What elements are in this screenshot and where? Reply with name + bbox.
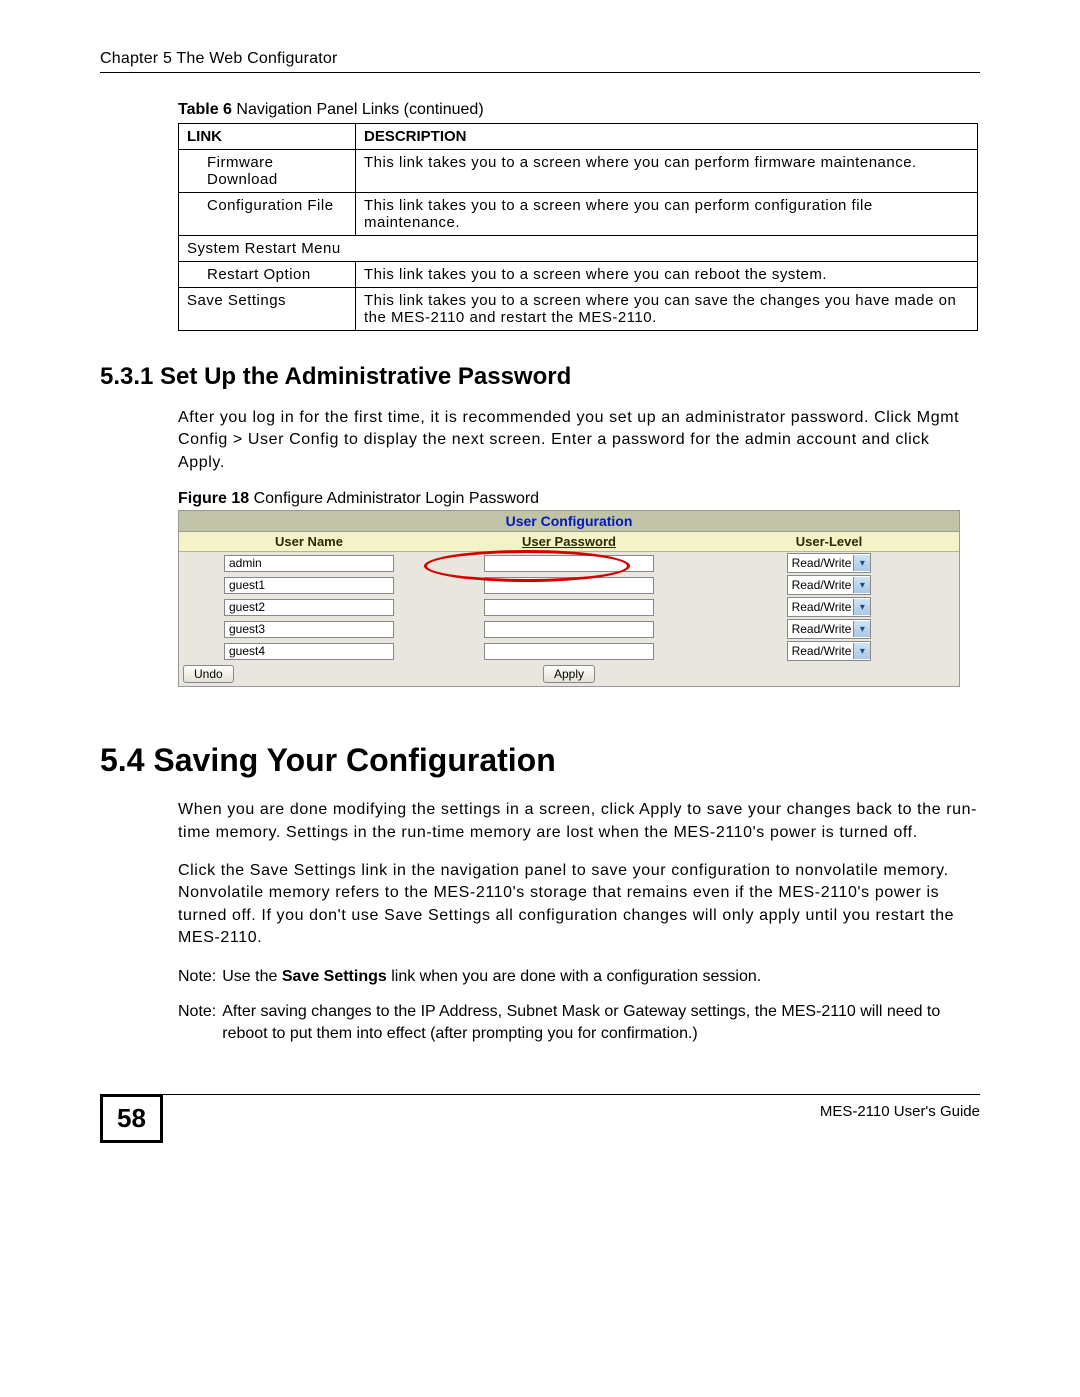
note1-text-b: link when you are done with a configurat… <box>387 968 761 985</box>
username-input[interactable] <box>224 599 394 616</box>
table-row: Save Settings This link takes you to a s… <box>179 288 978 331</box>
userconf-col-password: User Password <box>439 532 699 551</box>
table6-header-link: LINK <box>179 124 356 150</box>
username-input[interactable] <box>224 577 394 594</box>
figure18-caption: Figure 18 Configure Administrator Login … <box>178 490 980 508</box>
note-body: Use the Save Settings link when you are … <box>222 966 761 988</box>
password-input[interactable] <box>484 599 654 616</box>
username-input[interactable] <box>224 555 394 572</box>
chevron-down-icon: ▾ <box>853 643 870 659</box>
userconf-row: Read/Write▾ <box>179 552 959 574</box>
password-input[interactable] <box>484 555 654 572</box>
userconf-footer: Undo Apply <box>179 662 959 686</box>
link-cell: Configuration File <box>179 193 356 236</box>
note-1: Note: Use the Save Settings link when yo… <box>178 966 980 988</box>
userconf-row: Read/Write▾ <box>179 596 959 618</box>
userconf-row: Read/Write▾ <box>179 640 959 662</box>
table6-caption-rest: Navigation Panel Links (continued) <box>232 101 484 118</box>
link-cell: Firmware Download <box>179 150 356 193</box>
section-5-4-p2: Click the Save Settings link in the navi… <box>178 860 980 950</box>
userlevel-select[interactable]: Read/Write▾ <box>787 597 872 617</box>
note-label: Note: <box>178 966 216 988</box>
section-label: System Restart Menu <box>179 236 978 262</box>
userlevel-select[interactable]: Read/Write▾ <box>787 641 872 661</box>
chevron-down-icon: ▾ <box>853 577 870 593</box>
desc-cell: This link takes you to a screen where yo… <box>356 193 978 236</box>
table-row: Firmware Download This link takes you to… <box>179 150 978 193</box>
userlevel-value: Read/Write <box>792 556 852 570</box>
userlevel-value: Read/Write <box>792 644 852 658</box>
password-input[interactable] <box>484 621 654 638</box>
password-input[interactable] <box>484 577 654 594</box>
userlevel-select[interactable]: Read/Write▾ <box>787 575 872 595</box>
page-footer: 58 MES-2110 User's Guide <box>100 1094 980 1144</box>
table-section-row: System Restart Menu <box>179 236 978 262</box>
section-5-3-1-para: After you log in for the first time, it … <box>178 407 980 474</box>
table-row: Configuration File This link takes you t… <box>179 193 978 236</box>
userconf-col-level: User-Level <box>699 532 959 551</box>
desc-cell: This link takes you to a screen where yo… <box>356 288 978 331</box>
userconf-header-row: User Name User Password User-Level <box>179 532 959 552</box>
userconf-col-username: User Name <box>179 532 439 551</box>
userconf-row: Read/Write▾ <box>179 574 959 596</box>
note1-text-a: Use the <box>222 968 282 985</box>
table6-caption: Table 6 Navigation Panel Links (continue… <box>178 101 980 119</box>
desc-cell: This link takes you to a screen where yo… <box>356 150 978 193</box>
username-input[interactable] <box>224 643 394 660</box>
note-body: After saving changes to the IP Address, … <box>222 1001 980 1044</box>
undo-button[interactable]: Undo <box>183 665 234 683</box>
table6-caption-bold: Table 6 <box>178 101 232 118</box>
table6-header-desc: DESCRIPTION <box>356 124 978 150</box>
chapter-header: Chapter 5 The Web Configurator <box>100 50 980 73</box>
footer-guide-name: MES-2110 User's Guide <box>820 1101 980 1120</box>
userconf-row: Read/Write▾ <box>179 618 959 640</box>
nav-panel-links-table: LINK DESCRIPTION Firmware Download This … <box>178 123 978 331</box>
userconf-title: User Configuration <box>179 511 959 532</box>
note-2: Note: After saving changes to the IP Add… <box>178 1001 980 1044</box>
chevron-down-icon: ▾ <box>853 621 870 637</box>
user-configuration-figure: User Configuration User Name User Passwo… <box>178 510 960 687</box>
link-cell: Restart Option <box>179 262 356 288</box>
section-5-3-1-title: 5.3.1 Set Up the Administrative Password <box>100 363 980 391</box>
note1-bold: Save Settings <box>282 968 387 985</box>
username-input[interactable] <box>224 621 394 638</box>
table-row: Restart Option This link takes you to a … <box>179 262 978 288</box>
page-number: 58 <box>100 1094 163 1143</box>
apply-button[interactable]: Apply <box>543 665 595 683</box>
userlevel-value: Read/Write <box>792 578 852 592</box>
chevron-down-icon: ▾ <box>853 555 870 571</box>
desc-cell: This link takes you to a screen where yo… <box>356 262 978 288</box>
note-label: Note: <box>178 1001 216 1044</box>
figure18-caption-bold: Figure 18 <box>178 490 249 507</box>
figure18-caption-rest: Configure Administrator Login Password <box>249 490 539 507</box>
section-5-4-p1: When you are done modifying the settings… <box>178 799 980 844</box>
password-input[interactable] <box>484 643 654 660</box>
userlevel-select[interactable]: Read/Write▾ <box>787 619 872 639</box>
link-cell: Save Settings <box>179 288 356 331</box>
userlevel-value: Read/Write <box>792 622 852 636</box>
chevron-down-icon: ▾ <box>853 599 870 615</box>
userlevel-select[interactable]: Read/Write▾ <box>787 553 872 573</box>
section-5-4-title: 5.4 Saving Your Configuration <box>100 742 980 779</box>
userlevel-value: Read/Write <box>792 600 852 614</box>
